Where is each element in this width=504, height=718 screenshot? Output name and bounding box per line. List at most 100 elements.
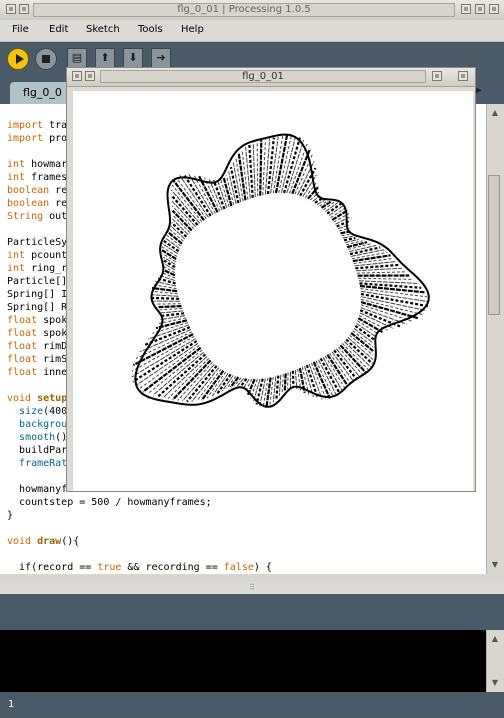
- ring-spoke: [316, 199, 325, 205]
- minimize-button[interactable]: [461, 4, 471, 14]
- close-button[interactable]: [489, 4, 499, 14]
- code-line: import pro: [7, 132, 67, 145]
- ring-spoke: [287, 372, 289, 389]
- run-button[interactable]: [7, 48, 29, 70]
- code-line: howmanyf: [7, 483, 67, 496]
- sketch-window[interactable]: flg_0_01: [66, 67, 476, 492]
- ring-spoke: [342, 235, 353, 239]
- ring-spoke: [151, 286, 178, 293]
- sketch-canvas[interactable]: [73, 91, 473, 491]
- code-token: tra: [43, 120, 68, 131]
- code-line: float spok: [7, 327, 67, 340]
- ring-spoke: [170, 194, 199, 226]
- ring-spoke: [278, 374, 282, 397]
- maximize-button[interactable]: [475, 4, 485, 14]
- console-scroll-up-icon[interactable]: ▲: [490, 634, 500, 644]
- code-token: rimS: [37, 354, 68, 365]
- window-menu-button[interactable]: [6, 4, 16, 14]
- code-line: float rimD: [7, 340, 67, 353]
- sketch-window-title: flg_0_01: [100, 70, 426, 83]
- code-token: int: [7, 250, 26, 261]
- ring-spoke: [280, 135, 297, 193]
- code-line: Spring[] I: [7, 288, 67, 301]
- export-icon[interactable]: ➜: [151, 48, 171, 68]
- tab-sketch[interactable]: flg_0_0: [10, 82, 72, 104]
- ring-spoke: [159, 308, 183, 311]
- stop-button[interactable]: [35, 48, 57, 70]
- code-token: && recording ==: [121, 562, 224, 573]
- ring-spoke: [170, 221, 188, 238]
- shade-button[interactable]: [19, 4, 29, 14]
- code-token: Spring[] R: [7, 302, 68, 313]
- sketch-close-button[interactable]: [458, 71, 468, 81]
- code-token: float: [7, 354, 38, 365]
- console: [0, 630, 486, 692]
- code-token: ring_r: [25, 263, 68, 274]
- menu-tools[interactable]: Tools: [138, 24, 163, 36]
- ring-spoke: [151, 294, 179, 297]
- code-token: buildPar: [7, 445, 68, 456]
- sketch-shade-button[interactable]: [85, 71, 95, 81]
- open-icon[interactable]: ⬆: [95, 48, 115, 68]
- ring-spoke: [160, 310, 184, 314]
- sketch-minimize-button[interactable]: [432, 71, 442, 81]
- code-token: import: [7, 133, 44, 144]
- line-number: 1: [8, 699, 15, 710]
- code-token: Particle[]: [7, 276, 68, 287]
- code-token: pro: [43, 133, 68, 144]
- code-line: boolean re: [7, 184, 67, 197]
- code-line: float spok: [7, 314, 67, 327]
- code-token: String: [7, 211, 44, 222]
- code-token: int: [7, 159, 26, 170]
- scroll-up-icon[interactable]: ▲: [490, 108, 500, 118]
- code-token: spok: [37, 315, 68, 326]
- code-token: float: [7, 341, 38, 352]
- code-line: import tra: [7, 119, 67, 132]
- console-scroll-down-icon[interactable]: ▼: [490, 678, 500, 688]
- code-token: float: [7, 367, 38, 378]
- ring-spoke: [256, 141, 259, 197]
- code-token: out: [43, 211, 68, 222]
- ring-spoke: [157, 305, 182, 309]
- menu-edit[interactable]: Edit: [49, 24, 68, 36]
- message-area: [0, 594, 504, 630]
- sketch-window-menu-button[interactable]: [72, 71, 82, 81]
- save-icon[interactable]: ⬇: [123, 48, 143, 68]
- menu-bar: File Edit Sketch Tools Help: [0, 20, 504, 42]
- code-token: re: [49, 198, 68, 209]
- editor-scroll-thumb[interactable]: [488, 175, 500, 315]
- ring-spoke: [358, 280, 418, 284]
- new-icon[interactable]: ▤: [67, 48, 87, 68]
- line-status-bar: 1: [0, 692, 504, 718]
- code-token: float: [7, 328, 38, 339]
- code-line: ParticleSy: [7, 236, 67, 249]
- splitter-handle[interactable]: ⠿: [0, 582, 504, 594]
- sketch-title-bar[interactable]: flg_0_01: [67, 68, 475, 87]
- menu-file[interactable]: File: [12, 24, 29, 36]
- code-token: backgrou: [19, 419, 68, 430]
- ring-spoke: [252, 142, 256, 198]
- scroll-down-icon[interactable]: ▼: [490, 560, 500, 570]
- ring-spoke: [245, 146, 251, 199]
- code-token: (){: [61, 536, 80, 547]
- code-token: frames: [25, 172, 68, 183]
- code-line: countstep = 500 / howmanyframes;: [7, 496, 212, 509]
- ring-spoke: [239, 378, 248, 388]
- code-token: boolean: [7, 185, 50, 196]
- code-line: int pcount: [7, 249, 67, 262]
- code-token: spok: [37, 328, 68, 339]
- console-scrollbar[interactable]: ▲ ▼: [486, 630, 504, 692]
- code-line: Particle[]: [7, 275, 67, 288]
- code-token: Spring[] I: [7, 289, 68, 300]
- code-token: setup: [37, 393, 68, 404]
- code-line: int ring_r: [7, 262, 67, 275]
- code-line: backgrou: [7, 418, 67, 431]
- menu-sketch[interactable]: Sketch: [86, 24, 120, 36]
- menu-help[interactable]: Help: [181, 24, 204, 36]
- ring-spoke: [361, 298, 424, 316]
- code-line: frameRat: [7, 457, 67, 470]
- ring-spoke: [281, 374, 284, 393]
